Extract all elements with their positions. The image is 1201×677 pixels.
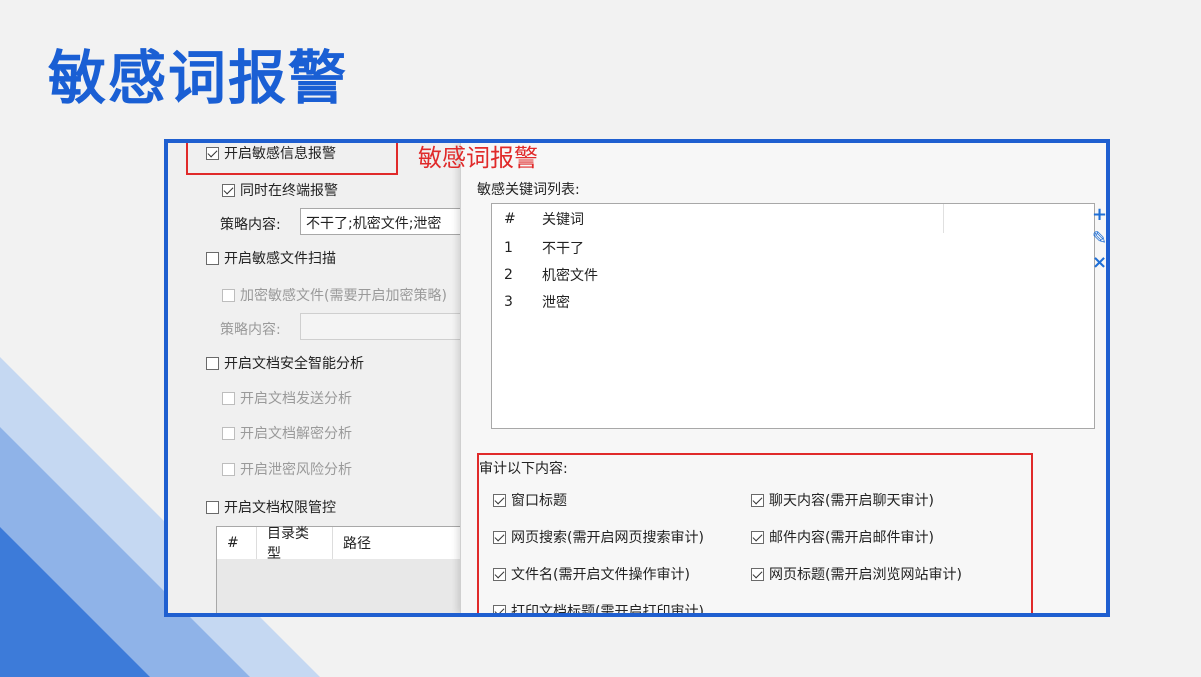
policy-input[interactable]: 不干了;机密文件;泄密 bbox=[300, 208, 470, 235]
checkbox-unchecked-icon bbox=[222, 288, 235, 302]
column-dir-type[interactable]: 目录类型 bbox=[257, 526, 333, 562]
list-item[interactable]: 1 不干了 bbox=[492, 234, 1094, 261]
checkbox-checked-icon bbox=[493, 567, 506, 581]
add-icon[interactable]: + bbox=[1092, 203, 1106, 227]
policy-label: 策略内容: bbox=[220, 217, 281, 233]
checkbox-unchecked-icon bbox=[206, 251, 219, 265]
list-item[interactable]: 2 机密文件 bbox=[492, 261, 1094, 288]
audit-chat-content-checkbox[interactable]: 聊天内容(需开启聊天审计) bbox=[751, 490, 934, 510]
left-settings-panel: 开启敏感信息报警 同时在终端报警 策略内容: 不干了;机密文件;泄密 开启敏感文… bbox=[168, 143, 476, 613]
checkbox-checked-icon bbox=[222, 183, 235, 197]
keyword-list-label: 敏感关键词列表: bbox=[477, 182, 580, 198]
keyword-list: # 关键词 1 不干了 2 机密文件 3 泄密 bbox=[491, 203, 1095, 429]
alarm-on-terminal-checkbox[interactable]: 同时在终端报警 bbox=[222, 180, 338, 200]
audit-web-title-checkbox[interactable]: 网页标题(需开启浏览网站审计) bbox=[751, 564, 962, 584]
list-action-icons: + ✎ × bbox=[1092, 203, 1106, 275]
audit-print-title-checkbox[interactable]: 打印文档标题(需开启打印审计) bbox=[493, 601, 704, 613]
column-path[interactable]: 路径 bbox=[333, 527, 463, 559]
alarm-highlight-box bbox=[186, 143, 398, 175]
page-title: 敏感词报警 bbox=[48, 44, 349, 112]
audit-label: 审计以下内容: bbox=[479, 461, 568, 477]
list-item[interactable]: 3 泄密 bbox=[492, 288, 1094, 315]
encrypt-sensitive-checkbox[interactable]: 加密敏感文件(需要开启加密策略) bbox=[222, 285, 447, 305]
checkbox-checked-icon bbox=[751, 493, 764, 507]
leak-risk-analysis-checkbox[interactable]: 开启泄密风险分析 bbox=[222, 459, 352, 479]
checkbox-checked-icon bbox=[493, 530, 506, 544]
audit-web-search-checkbox[interactable]: 网页搜索(需开启网页搜索审计) bbox=[493, 527, 704, 547]
checkbox-checked-icon bbox=[493, 604, 506, 613]
edit-icon[interactable]: ✎ bbox=[1092, 227, 1106, 251]
annotation-label: 敏感词报警 bbox=[418, 144, 538, 172]
checkbox-unchecked-icon bbox=[222, 462, 235, 476]
doc-decrypt-analysis-checkbox[interactable]: 开启文档解密分析 bbox=[222, 423, 352, 443]
column-num[interactable]: # bbox=[217, 527, 257, 559]
checkbox-unchecked-icon bbox=[206, 500, 219, 514]
policy-input-disabled[interactable] bbox=[300, 313, 470, 340]
screenshot-frame: 开启敏感信息报警 同时在终端报警 策略内容: 不干了;机密文件;泄密 开启敏感文… bbox=[164, 139, 1110, 617]
checkbox-checked-icon bbox=[493, 493, 506, 507]
audit-filename-checkbox[interactable]: 文件名(需开启文件操作审计) bbox=[493, 564, 690, 584]
directory-table-header: # 目录类型 路径 bbox=[217, 526, 475, 562]
delete-icon[interactable]: × bbox=[1092, 251, 1106, 275]
doc-send-analysis-checkbox[interactable]: 开启文档发送分析 bbox=[222, 388, 352, 408]
keyword-list-header: # 关键词 bbox=[492, 204, 1094, 234]
audit-window-title-checkbox[interactable]: 窗口标题 bbox=[493, 490, 567, 510]
checkbox-checked-icon bbox=[751, 530, 764, 544]
enable-doc-analysis-checkbox[interactable]: 开启文档安全智能分析 bbox=[206, 353, 364, 373]
audit-email-content-checkbox[interactable]: 邮件内容(需开启邮件审计) bbox=[751, 527, 934, 547]
column-num[interactable]: # bbox=[492, 211, 542, 227]
policy-label-2: 策略内容: bbox=[220, 322, 281, 338]
checkbox-unchecked-icon bbox=[222, 426, 235, 440]
keyword-dialog-panel: 敏感关键词列表: # 关键词 1 不干了 2 机密文件 3 泄密 + ✎ × 审… bbox=[460, 143, 1106, 613]
enable-file-scan-checkbox[interactable]: 开启敏感文件扫描 bbox=[206, 248, 336, 268]
checkbox-checked-icon bbox=[751, 567, 764, 581]
checkbox-unchecked-icon bbox=[206, 356, 219, 370]
column-keyword[interactable]: 关键词 bbox=[542, 204, 944, 233]
directory-table: # 目录类型 路径 bbox=[216, 526, 476, 613]
enable-doc-permission-checkbox[interactable]: 开启文档权限管控 bbox=[206, 497, 336, 517]
checkbox-unchecked-icon bbox=[222, 391, 235, 405]
